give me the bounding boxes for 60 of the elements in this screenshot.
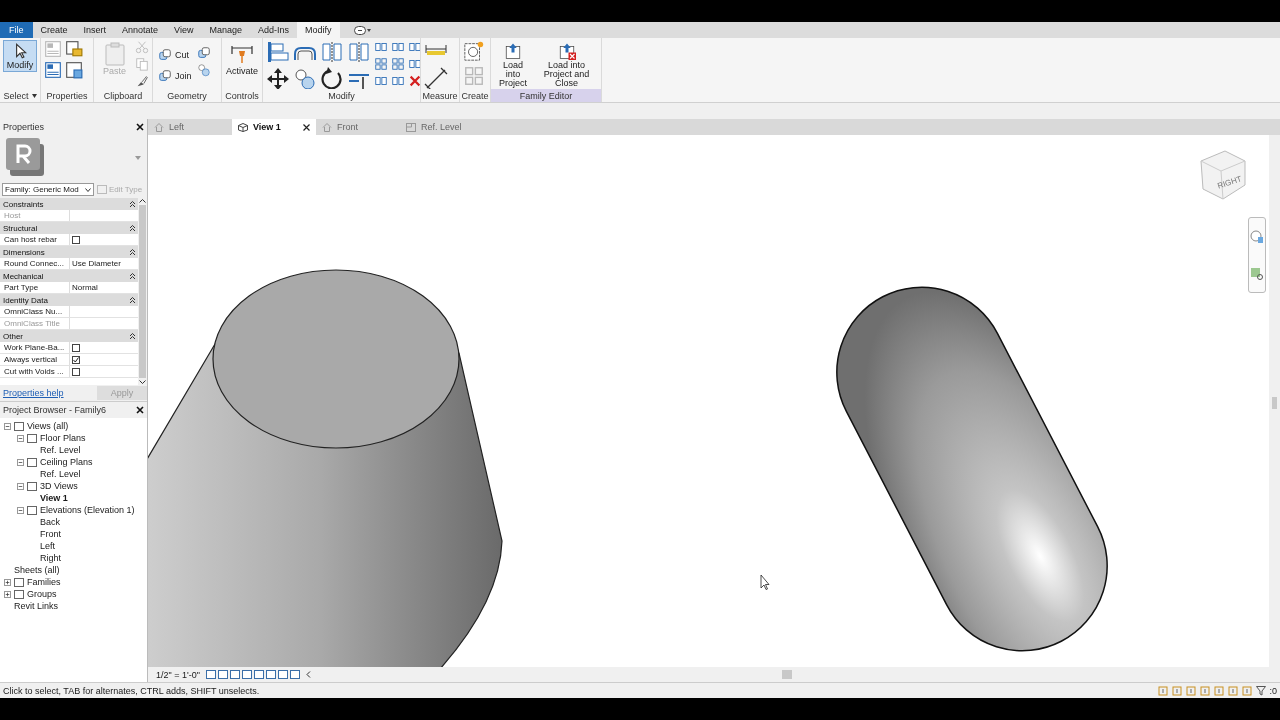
panel-label: Geometry bbox=[166, 89, 208, 102]
panel-label: Measure bbox=[421, 89, 459, 102]
ribbon-button[interactable]: Activate bbox=[225, 40, 259, 78]
tree-item[interactable]: Ref. Level bbox=[40, 445, 81, 455]
tree-item[interactable]: Right bbox=[40, 553, 61, 563]
document-tab[interactable]: Left bbox=[148, 119, 232, 135]
property-label: Round Connec... bbox=[0, 258, 70, 269]
tree-item[interactable]: Floor Plans bbox=[40, 433, 86, 443]
property-value[interactable]: Use Diameter bbox=[72, 259, 121, 268]
ribbon-button[interactable]: Modify bbox=[3, 40, 37, 72]
tree-item[interactable]: Left bbox=[40, 541, 55, 551]
tree-item[interactable]: View 1 bbox=[40, 493, 68, 503]
panel-label: Modify bbox=[327, 89, 356, 102]
tree-item[interactable]: Families bbox=[27, 577, 61, 587]
tree-item[interactable]: Ceiling Plans bbox=[40, 457, 93, 467]
tree-item[interactable]: Groups bbox=[27, 589, 57, 599]
property-label: Can host rebar bbox=[0, 234, 70, 245]
tree-item[interactable]: 3D Views bbox=[40, 481, 78, 491]
ribbon-tab[interactable]: Insert bbox=[75, 22, 115, 38]
property-label: OmniClass Nu... bbox=[0, 306, 70, 317]
document-tab[interactable]: View 1 bbox=[232, 119, 316, 135]
panel-label: Properties bbox=[45, 89, 89, 102]
property-label: OmniClass Title bbox=[0, 318, 70, 329]
ribbon-tab[interactable]: Create bbox=[32, 22, 76, 38]
panel-title: Project Browser - Family6 bbox=[3, 405, 107, 415]
tree-item[interactable]: Revit Links bbox=[14, 601, 58, 611]
ribbon-tab[interactable]: Modify bbox=[297, 22, 340, 38]
panel-label: Controls bbox=[224, 89, 260, 102]
panel-title: Properties bbox=[3, 122, 45, 132]
file-menu-button[interactable]: File bbox=[0, 22, 33, 38]
type-selector[interactable]: Family: Generic Mod bbox=[2, 183, 94, 196]
view-scale[interactable]: 1/2" = 1'-0" bbox=[156, 669, 200, 680]
ribbon-tab[interactable]: View bbox=[166, 22, 202, 38]
tree-item[interactable]: Views (all) bbox=[27, 421, 69, 431]
panel-label[interactable]: Select bbox=[0, 89, 40, 102]
property-label: Work Plane-Ba... bbox=[0, 342, 70, 353]
group-header[interactable]: Other bbox=[3, 331, 23, 341]
filter-count: :0 bbox=[1269, 685, 1277, 696]
panel-label: Family Editor bbox=[491, 89, 601, 102]
ribbon-small-button[interactable]: Cut bbox=[156, 46, 194, 64]
tree-item[interactable]: Back bbox=[40, 517, 60, 527]
help-link[interactable]: Properties help bbox=[3, 388, 64, 398]
document-tab[interactable]: Ref. Level bbox=[400, 119, 484, 135]
status-message: Click to select, TAB for alternates, CTRL adds, SHIFT unselects. bbox=[3, 685, 260, 696]
panel-label: Create bbox=[460, 89, 490, 102]
tree-item[interactable]: Sheets (all) bbox=[14, 565, 60, 575]
ribbon-small-button[interactable]: Join bbox=[156, 67, 194, 85]
ribbon-tab[interactable]: Add-Ins bbox=[249, 22, 297, 38]
property-label: Part Type bbox=[0, 282, 70, 293]
tree-item[interactable]: Elevations (Elevation 1) bbox=[40, 505, 135, 515]
document-tab[interactable]: Front bbox=[316, 119, 400, 135]
property-label: Host bbox=[0, 210, 70, 221]
property-value[interactable]: Normal bbox=[72, 283, 98, 292]
ribbon-tab[interactable]: Annotate bbox=[114, 22, 167, 38]
property-label: Cut with Voids ... bbox=[0, 366, 70, 377]
tree-item[interactable]: Ref. Level bbox=[40, 469, 81, 479]
panel-label: Clipboard bbox=[102, 89, 144, 102]
property-label: Always vertical bbox=[0, 354, 70, 365]
ribbon-tab[interactable]: Manage bbox=[201, 22, 250, 38]
tree-item[interactable]: Front bbox=[40, 529, 61, 539]
